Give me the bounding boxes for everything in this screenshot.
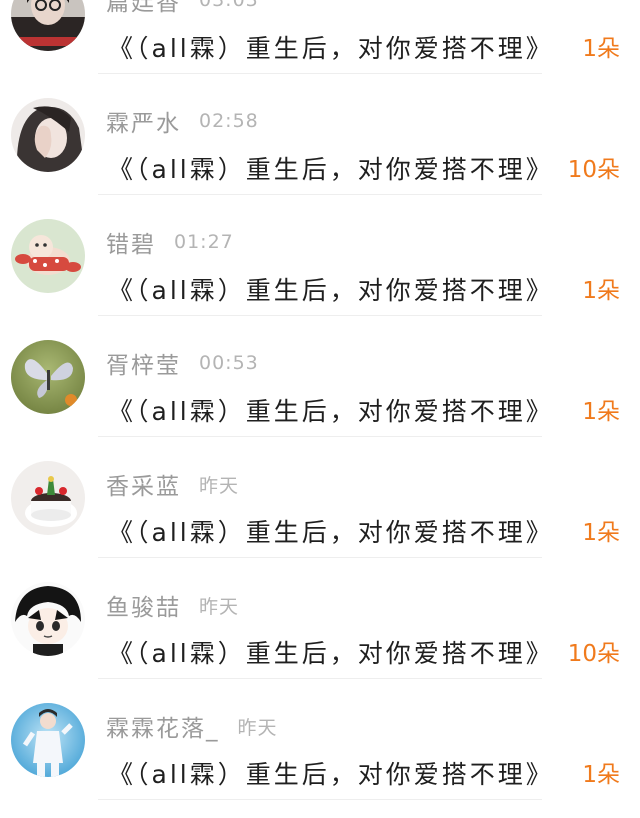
list-item[interactable]: 胥梓莹 00:53 《（all霖）重生后，对你爱搭不理》 1朵 bbox=[0, 316, 640, 437]
book-title[interactable]: 《（all霖）重生后，对你爱搭不理》 bbox=[108, 392, 560, 428]
gift-list: 篇廷香 03:03 《（all霖）重生后，对你爱搭不理》 1朵 霖严水 02:5… bbox=[0, 0, 640, 800]
user-name[interactable]: 霖霖花落_ bbox=[106, 709, 220, 743]
user-name[interactable]: 胥梓莹 bbox=[106, 346, 181, 380]
list-item[interactable]: 错碧 01:27 《（all霖）重生后，对你爱搭不理》 1朵 bbox=[0, 195, 640, 316]
flower-count: 1朵 bbox=[582, 762, 620, 788]
timestamp: 昨天 bbox=[199, 474, 240, 497]
flower-count: 1朵 bbox=[582, 36, 620, 62]
timestamp: 昨天 bbox=[237, 716, 278, 739]
timestamp: 03:03 bbox=[199, 0, 259, 11]
flower-count: 1朵 bbox=[582, 278, 620, 304]
flower-count: 10朵 bbox=[567, 641, 620, 667]
user-name[interactable]: 错碧 bbox=[106, 225, 156, 259]
book-title[interactable]: 《（all霖）重生后，对你爱搭不理》 bbox=[108, 150, 560, 186]
avatar-girl-glasses-icon[interactable] bbox=[11, 0, 85, 51]
flower-count: 1朵 bbox=[582, 520, 620, 546]
list-item[interactable]: 篇廷香 03:03 《（all霖）重生后，对你爱搭不理》 1朵 bbox=[0, 0, 640, 74]
user-name[interactable]: 篇廷香 bbox=[106, 0, 181, 17]
book-title[interactable]: 《（all霖）重生后，对你爱搭不理》 bbox=[108, 513, 560, 549]
list-item[interactable]: 霖严水 02:58 《（all霖）重生后，对你爱搭不理》 10朵 bbox=[0, 74, 640, 195]
avatar-cake-icon[interactable] bbox=[11, 461, 85, 535]
avatar-plush-doll-icon[interactable] bbox=[11, 219, 85, 293]
timestamp: 02:58 bbox=[199, 110, 259, 132]
user-name[interactable]: 鱼骏喆 bbox=[106, 588, 181, 622]
list-item[interactable]: 鱼骏喆 昨天 《（all霖）重生后，对你爱搭不理》 10朵 bbox=[0, 558, 640, 679]
book-title[interactable]: 《（all霖）重生后，对你爱搭不理》 bbox=[108, 755, 560, 791]
user-name[interactable]: 香采蓝 bbox=[106, 467, 181, 501]
avatar-girl-covering-face-icon[interactable] bbox=[11, 98, 85, 172]
divider bbox=[98, 799, 542, 800]
book-title[interactable]: 《（all霖）重生后，对你爱搭不理》 bbox=[108, 634, 560, 670]
flower-count: 1朵 bbox=[582, 399, 620, 425]
user-name[interactable]: 霖严水 bbox=[106, 104, 181, 138]
timestamp: 昨天 bbox=[199, 595, 240, 618]
list-item[interactable]: 霖霖花落_ 昨天 《（all霖）重生后，对你爱搭不理》 1朵 bbox=[0, 679, 640, 800]
book-title[interactable]: 《（all霖）重生后，对你爱搭不理》 bbox=[108, 29, 560, 65]
timestamp: 00:53 bbox=[199, 352, 259, 374]
book-title[interactable]: 《（all霖）重生后，对你爱搭不理》 bbox=[108, 271, 560, 307]
avatar-anime-boy-icon[interactable] bbox=[11, 582, 85, 656]
list-item[interactable]: 香采蓝 昨天 《（all霖）重生后，对你爱搭不理》 1朵 bbox=[0, 437, 640, 558]
flower-count: 10朵 bbox=[567, 157, 620, 183]
avatar-performer-icon[interactable] bbox=[11, 703, 85, 777]
avatar-butterfly-icon[interactable] bbox=[11, 340, 85, 414]
timestamp: 01:27 bbox=[174, 231, 234, 253]
